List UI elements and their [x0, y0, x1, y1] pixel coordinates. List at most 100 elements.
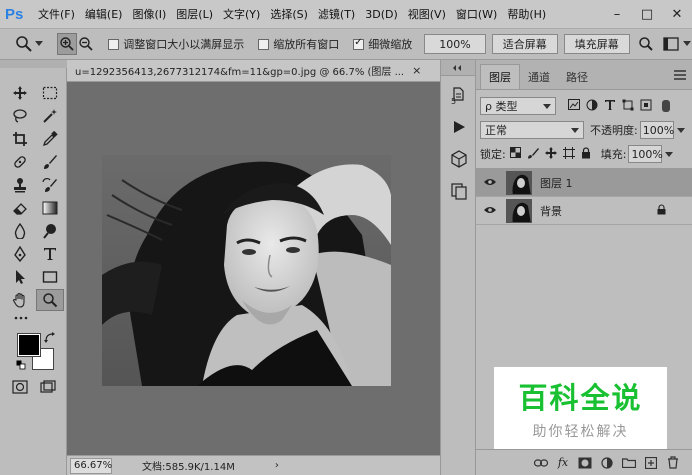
filter-toggle[interactable]	[662, 100, 670, 112]
fit-screen-button[interactable]: 适合屏幕	[491, 34, 558, 54]
zoom-all-option[interactable]: 缩放所有窗口	[258, 36, 339, 52]
adjustment-layer-icon[interactable]	[596, 453, 618, 473]
resize-windows-checkbox[interactable]	[108, 38, 120, 50]
eraser-tool-icon[interactable]	[6, 197, 34, 219]
lock-transparency-icon[interactable]	[509, 147, 521, 161]
gradient-tool-icon[interactable]	[36, 197, 64, 219]
lock-position-icon[interactable]	[544, 146, 557, 162]
layer-name[interactable]: 图层 1	[540, 175, 573, 191]
shape-filter-icon[interactable]	[622, 99, 634, 114]
more-tools-icon[interactable]	[12, 312, 30, 324]
chevron-down-icon[interactable]	[665, 151, 674, 157]
menu-filter[interactable]: 滤镜(T)	[313, 6, 360, 22]
status-zoom-field[interactable]: 66.67%	[70, 457, 112, 474]
pen-tool-icon[interactable]	[6, 243, 34, 265]
minimize-button[interactable]: –	[602, 0, 632, 28]
foreground-color-swatch[interactable]	[17, 333, 41, 357]
quick-mask-icon[interactable]	[12, 380, 28, 394]
swap-colors-icon[interactable]	[44, 332, 56, 344]
menu-edit[interactable]: 编辑(E)	[80, 6, 128, 22]
marquee-tool-icon[interactable]	[36, 82, 64, 104]
layer-row[interactable]: 图层 1	[476, 169, 692, 197]
zoom-in-icon[interactable]	[56, 33, 77, 55]
zoom-tool-icon[interactable]	[36, 289, 64, 311]
type-tool-icon[interactable]	[36, 243, 64, 265]
smart-object-filter-icon[interactable]	[640, 99, 652, 114]
zoom-tool-icon[interactable]	[14, 33, 34, 55]
clone-stamp-tool-icon[interactable]	[6, 174, 34, 196]
menu-view[interactable]: 视图(V)	[403, 6, 451, 22]
new-group-icon[interactable]	[618, 453, 640, 473]
path-selection-tool-icon[interactable]	[6, 266, 34, 288]
menu-image[interactable]: 图像(I)	[127, 6, 171, 22]
zoom-all-checkbox[interactable]	[258, 38, 270, 50]
dodge-tool-icon[interactable]	[36, 220, 64, 242]
eye-icon[interactable]	[480, 204, 500, 217]
hand-tool-icon[interactable]	[6, 289, 34, 311]
document-tab[interactable]: u=1292356413,2677312174&fm=11&gp=0.jpg @…	[67, 60, 440, 82]
lock-all-icon[interactable]	[581, 146, 591, 162]
chevron-down-icon[interactable]	[34, 33, 45, 55]
close-button[interactable]: ✕	[662, 0, 692, 28]
pixel-filter-icon[interactable]	[568, 99, 580, 113]
fill-input[interactable]: 100%	[628, 145, 663, 163]
default-colors-icon[interactable]	[16, 360, 26, 370]
resize-windows-option[interactable]: 调整窗口大小以满屏显示	[108, 36, 244, 52]
canvas-area[interactable]	[67, 82, 440, 455]
zoom-out-icon[interactable]	[77, 33, 97, 55]
add-mask-icon[interactable]	[574, 453, 596, 473]
document-image[interactable]	[102, 155, 391, 386]
search-icon[interactable]	[636, 33, 656, 55]
lock-pixels-icon[interactable]	[527, 147, 539, 162]
fill-screen-button[interactable]: 填充屏幕	[563, 34, 630, 54]
tab-channels[interactable]: 通道	[520, 65, 558, 89]
screen-mode-icon[interactable]	[40, 380, 56, 394]
actions-play-icon[interactable]	[445, 114, 473, 140]
rectangle-tool-icon[interactable]	[36, 266, 64, 288]
menu-window[interactable]: 窗口(W)	[451, 6, 502, 22]
workspace-icon[interactable]	[661, 33, 681, 55]
delete-layer-icon[interactable]	[662, 453, 684, 473]
link-layers-icon[interactable]	[530, 453, 552, 473]
layer-name[interactable]: 背景	[540, 203, 562, 219]
crop-tool-icon[interactable]	[6, 128, 34, 150]
menu-3d[interactable]: 3D(D)	[360, 8, 403, 21]
blur-tool-icon[interactable]	[6, 220, 34, 242]
move-tool-icon[interactable]	[6, 82, 34, 104]
chevron-down-icon[interactable]	[676, 127, 685, 133]
scrubby-zoom-option[interactable]: 细微缩放	[353, 36, 412, 52]
history-brush-tool-icon[interactable]	[36, 174, 64, 196]
menu-select[interactable]: 选择(S)	[265, 6, 313, 22]
brush-tool-icon[interactable]	[36, 151, 64, 173]
adjustment-filter-icon[interactable]	[586, 99, 598, 114]
layer-style-icon[interactable]: fx	[552, 453, 574, 473]
status-menu-arrow[interactable]: ›	[275, 460, 279, 471]
menu-help[interactable]: 帮助(H)	[502, 6, 551, 22]
eyedropper-tool-icon[interactable]	[36, 128, 64, 150]
maximize-button[interactable]: □	[632, 0, 662, 28]
history-panel-icon[interactable]: 5	[445, 82, 473, 108]
opacity-input[interactable]: 100%	[639, 121, 674, 139]
zoom-100-button[interactable]: 100%	[424, 34, 486, 54]
tab-layers[interactable]: 图层	[480, 64, 520, 89]
layer-row[interactable]: 背景	[476, 197, 692, 225]
collapse-arrows-icon[interactable]	[441, 60, 475, 76]
lock-artboard-icon[interactable]	[562, 146, 575, 162]
eye-icon[interactable]	[480, 176, 500, 189]
properties-panel-icon[interactable]	[445, 178, 473, 204]
scrubby-zoom-checkbox[interactable]	[353, 37, 365, 50]
layer-filter-dropdown[interactable]: ρ 类型	[480, 97, 556, 115]
panel-menu-icon[interactable]	[674, 70, 686, 83]
blend-mode-dropdown[interactable]: 正常	[480, 121, 584, 139]
new-layer-icon[interactable]	[640, 453, 662, 473]
3d-panel-icon[interactable]	[445, 146, 473, 172]
type-filter-icon[interactable]	[604, 99, 616, 114]
menu-file[interactable]: 文件(F)	[33, 6, 80, 22]
chevron-down-icon[interactable]	[681, 33, 692, 55]
close-icon[interactable]: ×	[412, 64, 421, 77]
menu-type[interactable]: 文字(Y)	[218, 6, 265, 22]
tab-paths[interactable]: 路径	[558, 65, 596, 89]
magic-wand-tool-icon[interactable]	[36, 105, 64, 127]
menu-layer[interactable]: 图层(L)	[171, 6, 218, 22]
lasso-tool-icon[interactable]	[6, 105, 34, 127]
